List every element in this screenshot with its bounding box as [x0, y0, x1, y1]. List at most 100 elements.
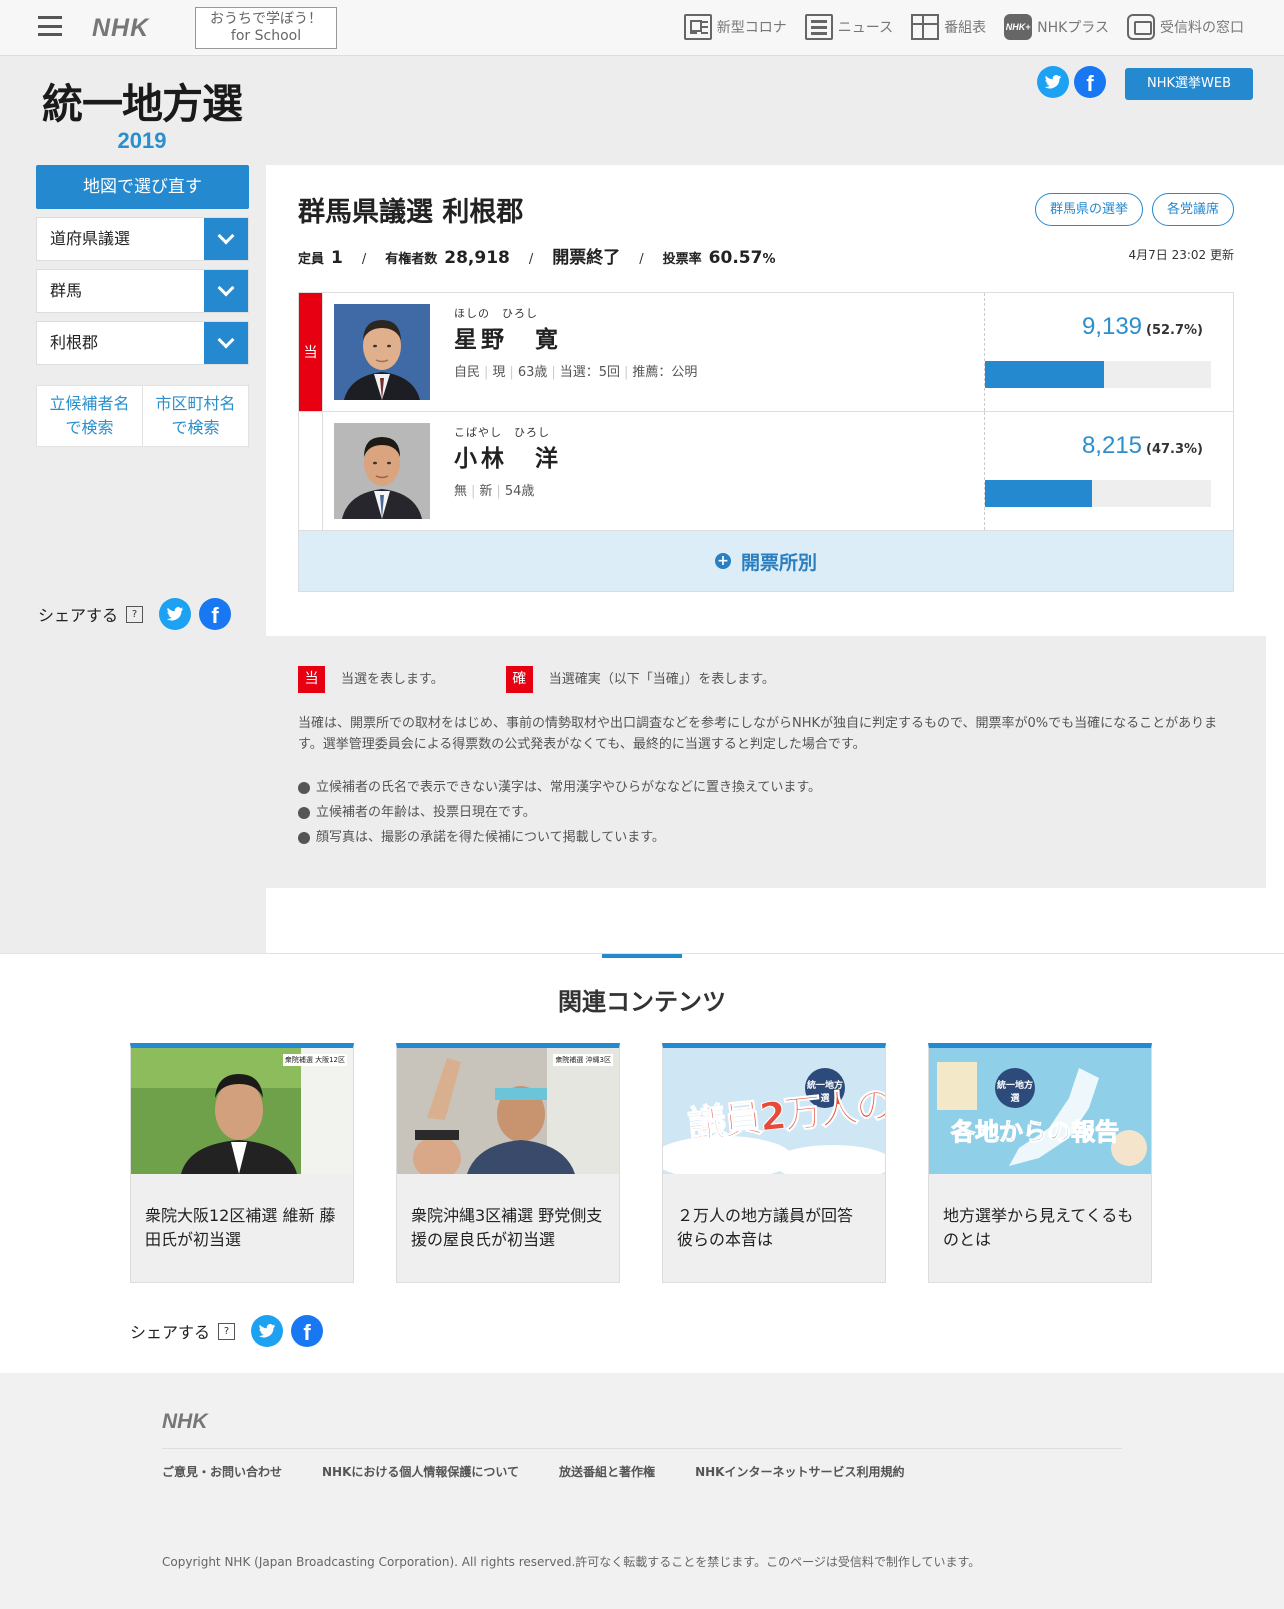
candidate-row: 当 ほしの ひろし 星野 寛 自民 | 現 | 63歳 | 当選：5回 | 推薦：公明 9,13…	[299, 293, 1233, 412]
plus-circle-icon: +	[714, 553, 731, 569]
turnout-value: 60.57	[708, 248, 763, 268]
election-stats: 定員 1 / 有権者数 28,918 / 開票終了 / 投票率 60.57%	[298, 243, 775, 268]
link-line: 市区町村名	[155, 394, 236, 413]
results-by-counting-station-button[interactable]: + 開票所別	[299, 531, 1233, 591]
search-by-candidate-link[interactable]: 立候補者名 で検索	[37, 386, 142, 446]
nhk-election-web-button[interactable]: NHK選挙WEB	[1125, 68, 1253, 100]
candidate-name: 星野 寛	[454, 327, 562, 353]
search-by-city-link[interactable]: 市区町村名 で検索	[142, 386, 248, 446]
footer-divider	[162, 1448, 1122, 1449]
votes-value: 9,139	[1081, 313, 1143, 340]
election-logo[interactable]: 統一地方選 2019	[42, 70, 243, 154]
link-line: で検索	[171, 418, 220, 437]
for-school-link[interactable]: おうちで学ぼう！ for School	[195, 7, 337, 49]
search-links: 立候補者名 で検索 市区町村名で検索	[36, 385, 249, 447]
candidate-row: こばやし ひろし 小林 洋 無 | 新 | 54歳 8,215 (47.3%)	[299, 412, 1233, 531]
candidate-photo	[334, 304, 430, 400]
related-title: 関連コンテンツ	[558, 988, 726, 1016]
section-accent	[602, 954, 682, 958]
related-contents: 関連コンテンツ 衆院補選 大阪12区 衆院大阪12区補選 維新 藤田氏が初当選 …	[0, 953, 1284, 1373]
facebook-icon[interactable]: f	[291, 1315, 324, 1347]
badge-legend: 当 当選を表します。 確 当選確実（以下「当確」）を表します。	[298, 666, 1234, 693]
win-badge: 当	[299, 293, 323, 411]
footer-link-copyright[interactable]: 放送番組と著作権	[559, 1463, 655, 1480]
list-item: 顔写真は、撮影の承諾を得た候補について掲載しています。	[298, 825, 1234, 850]
facebook-icon[interactable]: f	[1074, 66, 1106, 98]
divider: /	[528, 252, 534, 267]
footer-link-terms[interactable]: NHKインターネットサービス利用規約	[695, 1463, 904, 1480]
age: 54歳	[504, 484, 535, 499]
footer-logo[interactable]: NHK	[162, 1410, 208, 1434]
nav-corona[interactable]: 新型コロナ	[683, 14, 787, 40]
menu-icon[interactable]	[38, 16, 62, 36]
seats-value: 1	[331, 248, 343, 268]
nav-news[interactable]: ニュース	[804, 14, 894, 40]
for-school-line1: おうちで学ぼう！	[210, 11, 322, 27]
nav-program-guide[interactable]: 番組表	[911, 14, 986, 40]
voters-value: 28,918	[444, 248, 510, 268]
status: 現	[492, 365, 506, 380]
related-card[interactable]: 各地からの報告 統一地方選 地方選挙から見えてくるものとは	[928, 1043, 1152, 1283]
global-nav: 新型コロナ ニュース 番組表 NHK+ NHKプラス 受信料の窓口	[683, 14, 1244, 40]
district-select[interactable]: 利根郡	[36, 321, 249, 365]
party-seats-button[interactable]: 各党議席	[1151, 193, 1234, 226]
election-type-select[interactable]: 道府県議選	[36, 217, 249, 261]
card-image: 衆院補選 大阪12区	[131, 1048, 353, 1174]
win-badge: 当	[298, 666, 325, 693]
updated-time: 4月7日 23:02 更新	[1128, 248, 1234, 262]
prefecture-elections-button[interactable]: 群馬県の選挙	[1034, 193, 1143, 226]
nav-label: 番組表	[944, 20, 987, 36]
status: 新	[479, 484, 493, 499]
footer-link-contact[interactable]: ご意見・お問い合わせ	[162, 1463, 282, 1480]
chevron-down-icon	[204, 322, 248, 364]
card-image-caption: 衆院補選 沖縄3区	[553, 1054, 613, 1066]
nhk-logo[interactable]: NHK	[92, 14, 149, 43]
footer-link-privacy[interactable]: NHKにおける個人情報保護について	[322, 1463, 519, 1480]
help-icon[interactable]: ?	[218, 1322, 236, 1340]
facebook-icon[interactable]: f	[199, 598, 232, 630]
nav-reception-fee[interactable]: 受信料の窓口	[1127, 14, 1244, 40]
help-icon[interactable]: ?	[126, 605, 144, 623]
link-line: で検索	[65, 418, 114, 437]
candidate-name: 小林 洋	[454, 446, 562, 472]
related-card[interactable]: 衆院補選 大阪12区 衆院大阪12区補選 維新 藤田氏が初当選	[130, 1043, 354, 1283]
card-image: 衆院補選 沖縄3区	[397, 1048, 619, 1174]
prefecture-select[interactable]: 群馬	[36, 269, 249, 313]
turnout-unit: %	[762, 252, 776, 267]
card-title: 地方選挙から見えてくるものとは	[943, 1206, 1134, 1249]
win-legend-text: 当選を表します。	[341, 672, 444, 687]
election-logo-title: 統一地方選	[42, 80, 243, 128]
vote-share-fill	[985, 480, 1092, 507]
share-sidebar: シェアする ? f	[38, 598, 232, 630]
nav-label: 受信料の窓口	[1160, 20, 1244, 36]
party: 無	[454, 484, 468, 499]
candidate-info: こばやし ひろし 小林 洋 無 | 新 | 54歳	[454, 424, 562, 499]
footer: NHK ご意見・お問い合わせ NHKにおける個人情報保護について 放送番組と著作…	[0, 1373, 1284, 1609]
list-item: 立候補者の氏名で表示できない漢字は、常用漢字やひらがななどに置き換えています。	[298, 775, 1234, 800]
seats-label: 定員	[298, 252, 325, 267]
card-image-badge: 統一地方選	[997, 1081, 1034, 1104]
copyright: Copyright NHK (Japan Broadcasting Corpor…	[162, 1555, 981, 1569]
nav-label: ニュース	[837, 20, 894, 36]
vote-share-bar	[985, 480, 1211, 507]
nav-nhk-plus[interactable]: NHK+ NHKプラス	[1004, 14, 1109, 40]
for-school-line2: for School	[230, 28, 302, 44]
twitter-icon[interactable]	[159, 598, 192, 630]
header-buttons: 群馬県の選挙 各党議席	[1034, 193, 1234, 226]
nhk-plus-icon: NHK+	[1004, 14, 1033, 40]
turnout-label: 投票率	[662, 252, 702, 267]
related-card[interactable]: 議員2万人のホンネ 統一地方選 ２万人の地方議員が回答 彼らの本音は	[662, 1043, 886, 1283]
reception-fee-icon	[1127, 14, 1155, 40]
votes-column: 9,139 (52.7%)	[984, 293, 1233, 411]
card-title: 衆院大阪12区補選 維新 藤田氏が初当選	[145, 1206, 336, 1249]
twitter-icon[interactable]	[1037, 66, 1069, 98]
select-value: 利根郡	[50, 333, 99, 352]
select-value: 道府県議選	[50, 229, 131, 248]
reselect-by-map-button[interactable]: 地図で選び直す	[36, 165, 249, 209]
related-card[interactable]: 衆院補選 沖縄3区 衆院沖縄3区補選 野党側支援の屋良氏が初当選	[396, 1043, 620, 1283]
twitter-icon[interactable]	[251, 1315, 284, 1347]
votes-column: 8,215 (47.3%)	[984, 412, 1233, 530]
select-value: 群馬	[50, 281, 83, 300]
party: 自民	[454, 365, 481, 380]
share-label: シェアする	[130, 1323, 211, 1342]
